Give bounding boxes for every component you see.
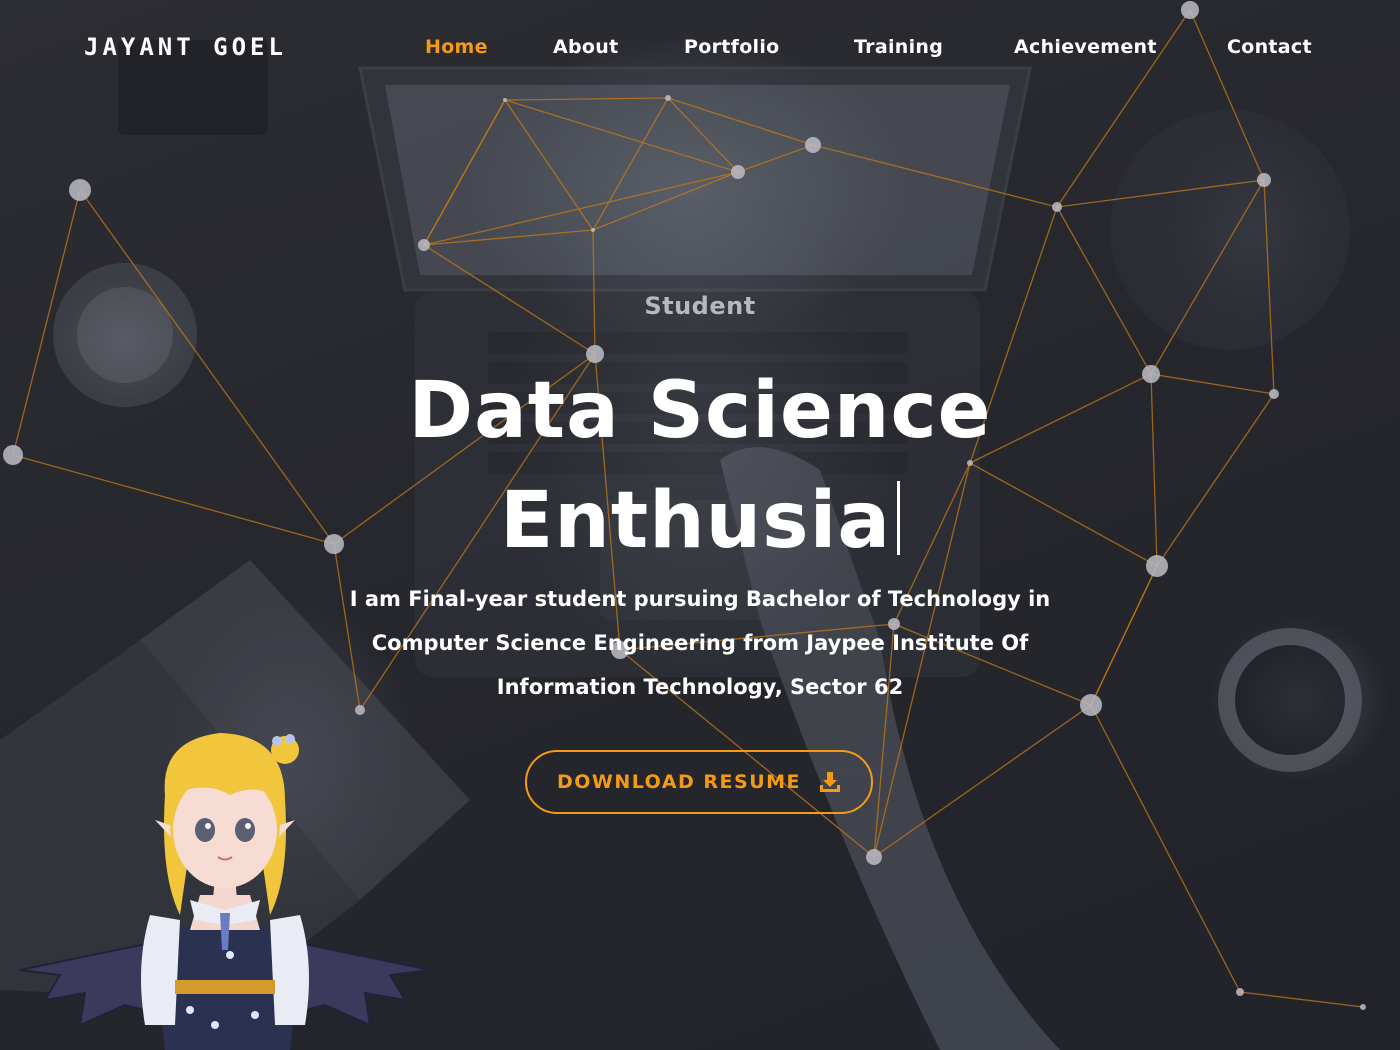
hero-description-line: Computer Science Engineering from Jaypee…: [371, 631, 1029, 655]
network-edge: [1263, 179, 1275, 395]
network-node: [731, 165, 745, 179]
network-edge: [737, 144, 814, 173]
network-edge: [79, 189, 335, 545]
download-icon: [820, 772, 841, 792]
hero-description: I am Final-year student pursuing Bachelo…: [270, 577, 1130, 709]
network-node: [591, 228, 595, 232]
network-node: [418, 239, 430, 251]
hero-description-line: I am Final-year student pursuing Bachelo…: [349, 587, 1051, 611]
nav-about[interactable]: About: [553, 36, 618, 58]
download-resume-button[interactable]: DOWNLOAD RESUME: [525, 750, 873, 814]
navbar: JAYANT GOEL Home About Portfolio Trainin…: [0, 0, 1400, 100]
hero-subtitle: Student: [644, 292, 756, 320]
hero-title-line-2: Enthusia: [300, 466, 1100, 576]
network-edge: [1056, 206, 1152, 375]
typing-cursor: [896, 481, 900, 555]
network-node: [1257, 173, 1271, 187]
network-node: [866, 849, 882, 865]
hero-title-typed-text: Enthusia: [500, 476, 891, 566]
network-edge: [504, 99, 739, 173]
nav-home[interactable]: Home: [425, 36, 488, 58]
brand-logo[interactable]: JAYANT GOEL: [84, 33, 287, 61]
nav-achievement[interactable]: Achievement: [1014, 36, 1157, 58]
network-edge: [12, 189, 81, 456]
network-edge: [592, 97, 669, 231]
nav-contact[interactable]: Contact: [1227, 36, 1312, 58]
network-node: [1269, 389, 1279, 399]
network-edge: [873, 704, 1092, 858]
network-node: [1146, 555, 1168, 577]
network-node: [1052, 202, 1062, 212]
network-node: [69, 179, 91, 201]
network-edge: [423, 99, 506, 246]
hero-title-line-1: Data Science: [408, 366, 992, 456]
nav-portfolio[interactable]: Portfolio: [684, 36, 780, 58]
network-edge: [1056, 179, 1265, 208]
hero-title: Data Science Enthusia: [300, 356, 1100, 576]
hero-description-line: Information Technology, Sector 62: [496, 675, 904, 699]
mascot-character-image[interactable]: [15, 725, 435, 1050]
download-resume-label: DOWNLOAD RESUME: [556, 771, 802, 793]
network-edge: [812, 144, 1058, 208]
network-edge: [1156, 393, 1275, 567]
network-edge: [1150, 373, 1158, 567]
network-edge: [423, 171, 739, 246]
network-edge: [1150, 373, 1275, 395]
network-edge: [504, 99, 594, 231]
nav-training[interactable]: Training: [854, 36, 943, 58]
network-edge: [1150, 179, 1265, 375]
network-node: [805, 137, 821, 153]
network-node: [1236, 988, 1244, 996]
network-edge: [12, 454, 335, 545]
network-edge: [1090, 704, 1241, 993]
network-node: [3, 445, 23, 465]
network-node: [1360, 1004, 1366, 1010]
network-node: [1142, 365, 1160, 383]
network-edge: [423, 229, 594, 246]
network-edge: [1239, 991, 1364, 1008]
